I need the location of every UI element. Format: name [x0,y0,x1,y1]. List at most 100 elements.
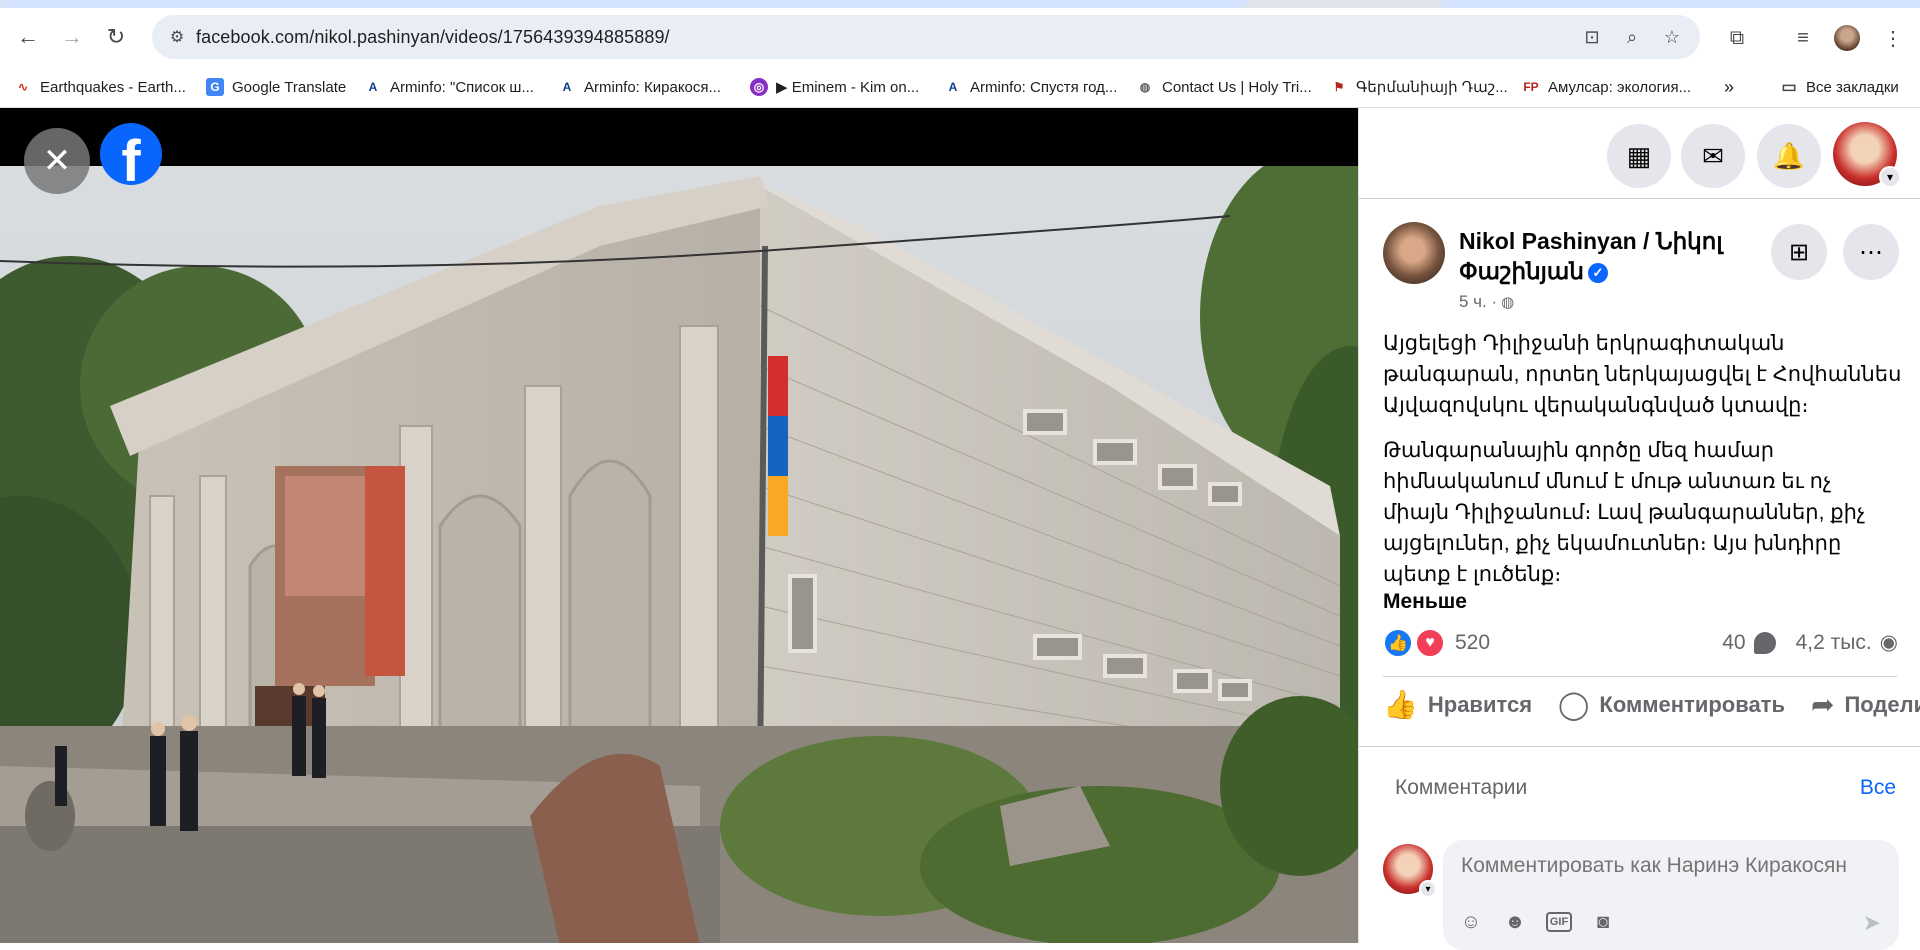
bookmark-amulsar[interactable]: FP Амулсар: экология... [1522,75,1691,99]
love-reaction-icon: ♥ [1415,628,1445,658]
like-button[interactable]: 👍 Нравится [1383,688,1532,721]
install-app-icon[interactable]: ⊡ [1580,25,1604,49]
bookmark-holy-trinity[interactable]: ◍ Contact Us | Holy Tri... [1136,75,1312,99]
fp-icon: FP [1523,80,1539,94]
bookmark-arminfo-2[interactable]: A Arminfo: Киракося... [558,75,721,99]
reload-icon[interactable]: ↻ [100,21,132,53]
notifications-bell-icon[interactable]: 🔔 [1757,124,1821,188]
forward-icon[interactable]: → [56,21,88,53]
bookmark-earthquakes[interactable]: ∿ Earthquakes - Earth... [14,75,186,99]
bookmark-eminem[interactable]: ◎ ▶ Eminem - Kim on... [750,75,919,99]
post-meta: 5 ч. · ◍ [1459,292,1514,312]
extensions-icon[interactable]: ⧉ [1724,25,1750,51]
comments-filter-link[interactable]: Все [1860,776,1896,800]
bookmark-label: Амулсар: экология... [1548,78,1692,96]
comment-input[interactable] [1461,854,1881,878]
comment-button[interactable]: ◯ Комментировать [1558,688,1785,721]
thumbs-up-icon: 👍 [1383,689,1418,720]
all-bookmarks-folder[interactable]: ▭ Все закладки [1780,75,1899,99]
post-paragraph: Թանգարանային գործը մեզ համար հիմնականում… [1383,439,1866,586]
url-text[interactable]: facebook.com/nikol.pashinyan/videos/1756… [196,27,670,48]
bookmark-label: Arminfo: Киракося... [584,78,722,96]
globe-icon: ◍ [1139,80,1151,94]
facebook-logo-icon[interactable]: f [100,123,162,185]
header-divider [1359,198,1920,199]
arminfo-icon: A [562,80,572,94]
post-actions: 👍 Нравится ◯ Комментировать ➦ Поделиться [1383,688,1920,721]
like-label: Нравится [1427,691,1533,717]
stats-divider [1383,676,1897,677]
post-paragraph: Այցելեցի Դիլիջանի երկրագիտական թանգարան,… [1383,332,1902,417]
bookmark-google-translate[interactable]: G Google Translate [206,75,346,99]
bookmark-label: Arminfo: Спустя год... [970,78,1118,96]
bookmark-star-icon[interactable]: ☆ [1660,25,1684,49]
chevron-down-icon: ▾ [1419,880,1437,898]
save-post-button[interactable]: ⊞ [1771,224,1827,280]
account-avatar[interactable]: ▾ [1833,122,1901,188]
author-avatar[interactable] [1383,222,1445,284]
arminfo-icon: A [948,80,958,94]
bookmarks-bar: ∿ Earthquakes - Earth... G Google Transl… [0,66,1920,108]
browser-toolbar: ← → ↻ ⚙ facebook.com/nikol.pashinyan/vid… [0,8,1920,66]
share-label: Поделиться [1844,691,1920,717]
actions-divider [1359,746,1920,747]
public-globe-icon: ◍ [1501,294,1515,311]
comment-bubble-icon [1753,631,1776,654]
seismo-icon: ∿ [17,80,29,94]
messenger-icon[interactable]: ✉ [1681,124,1745,188]
back-icon[interactable]: ← [12,21,44,53]
more-dots-icon: ⋯ [1859,238,1883,266]
reaction-summary[interactable]: 👍 ♥ 520 [1383,628,1490,658]
translate-icon: G [206,78,224,96]
address-bar[interactable]: ⚙ facebook.com/nikol.pashinyan/videos/17… [152,15,1700,59]
reaction-count[interactable]: 520 [1455,631,1490,655]
bookmark-germany[interactable]: ⚑ Գերմանիայի Դաշ... [1330,75,1508,99]
bookmark-label: Все закладки [1806,78,1899,96]
tab-strip [0,0,1920,8]
share-button[interactable]: ➦ Поделиться [1811,688,1920,721]
bookmark-label: Google Translate [232,78,347,96]
verified-badge-icon: ✓ [1587,262,1608,283]
active-tab[interactable] [0,0,1248,8]
commenter-avatar[interactable]: ▾ [1383,844,1437,898]
view-count: 4,2 тыс. [1795,630,1872,654]
see-less-link[interactable]: Меньше [1383,590,1467,614]
media-controls-icon[interactable]: ≡ [1790,25,1816,51]
bookmark-label: Arminfo: "Список ш... [390,78,534,96]
post-body: Այցելեցի Դիլիջանի երկրագիտական թանգարան,… [1383,328,1903,604]
bookmark-label: Գերմանիայի Դաշ... [1356,79,1508,96]
menu-grid-icon[interactable]: ▦ [1607,124,1671,188]
bookmark-arminfo-1[interactable]: A Arminfo: "Список ш... [364,75,534,99]
post-author[interactable]: Nikol Pashinyan / Նիկոլ Փաշինյան ✓ [1459,226,1749,286]
share-arrow-icon: ➦ [1810,689,1835,720]
zoom-icon[interactable]: ⌕ [1620,25,1644,49]
site-settings-icon[interactable]: ⚙ [166,26,188,48]
other-tab[interactable] [1440,0,1920,8]
gif-icon[interactable]: GIF [1545,908,1573,936]
video-player[interactable]: ✕ f [0,108,1358,943]
save-icon: ⊞ [1788,238,1810,266]
send-icon[interactable]: ➤ [1863,910,1881,936]
chevron-down-icon: ▾ [1879,166,1901,188]
more-bookmarks-chevron-icon[interactable]: » [1724,75,1734,99]
close-icon[interactable]: ✕ [24,128,90,194]
comment-composer[interactable]: ☺ ☻ GIF ◙ ➤ [1443,840,1899,950]
comments-heading: Комментарии [1395,776,1528,799]
browser-profile-avatar[interactable] [1834,25,1860,51]
post-time[interactable]: 5 ч. · [1459,292,1497,312]
eye-icon: ◉ [1879,631,1898,654]
sticker-icon[interactable]: ◙ [1589,908,1617,936]
bookmark-label: ▶ Eminem - Kim on... [776,79,920,96]
avatar-sticker-icon[interactable]: ☺ [1457,908,1485,936]
comment-count[interactable]: 40 [1722,631,1745,655]
browser-menu-icon[interactable]: ⋮ [1880,25,1906,51]
comment-icon: ◯ [1558,689,1590,720]
bookmark-arminfo-3[interactable]: A Arminfo: Спустя год... [944,75,1118,99]
post-stats: 40 4,2 тыс. ◉ [1722,630,1898,655]
video-frame [0,166,1358,943]
folder-icon: ▭ [1781,79,1797,96]
emoji-icon[interactable]: ☻ [1501,908,1529,936]
flag-icon: ⚑ [1333,80,1345,94]
like-reaction-icon: 👍 [1383,628,1413,658]
more-options-button[interactable]: ⋯ [1843,224,1899,280]
